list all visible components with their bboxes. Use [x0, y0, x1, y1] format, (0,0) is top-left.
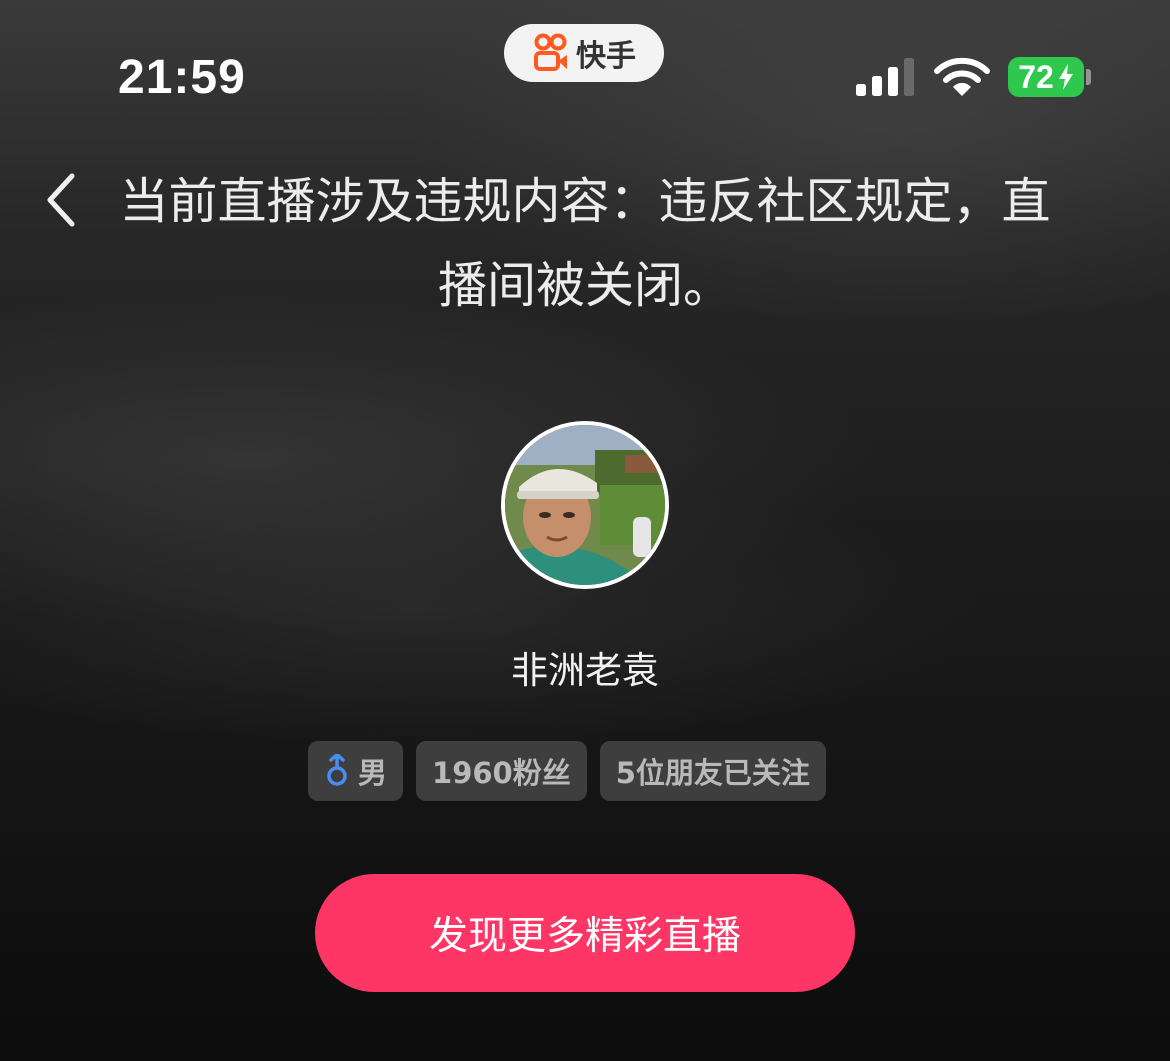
battery-indicator: 72 — [1008, 57, 1084, 97]
back-chevron-icon[interactable] — [40, 170, 84, 230]
male-symbol-icon — [327, 754, 347, 786]
discover-more-live-button[interactable]: 发现更多精彩直播 — [315, 874, 855, 992]
charging-bolt-icon — [1058, 64, 1073, 90]
cellular-signal-icon — [856, 58, 914, 96]
profile-tags: 男 1960粉丝 5位朋友已关注 — [308, 741, 826, 801]
wifi-icon — [934, 57, 990, 96]
live-closed-notice: 当前直播涉及违规内容：违反社区规定，直播间被关闭。 — [119, 173, 1051, 314]
gender-label: 男 — [358, 756, 388, 790]
app-name: 快手 — [576, 39, 636, 74]
avatar-photo — [505, 425, 665, 585]
kuaishou-logo-icon — [534, 33, 567, 71]
battery-tip — [1086, 69, 1091, 85]
gender-tag: 男 — [308, 741, 404, 801]
status-time: 21:59 — [118, 51, 246, 104]
username: 非洲老袁 — [511, 649, 659, 692]
avatar[interactable] — [501, 421, 669, 589]
battery-level: 72 — [1018, 58, 1054, 95]
status-bar: 21:59 快手 72 — [0, 0, 1170, 140]
followers-tag: 1960粉丝 — [416, 741, 587, 801]
friends-following-tag: 5位朋友已关注 — [599, 741, 826, 801]
back-to-app-pill[interactable]: 快手 — [504, 24, 664, 82]
